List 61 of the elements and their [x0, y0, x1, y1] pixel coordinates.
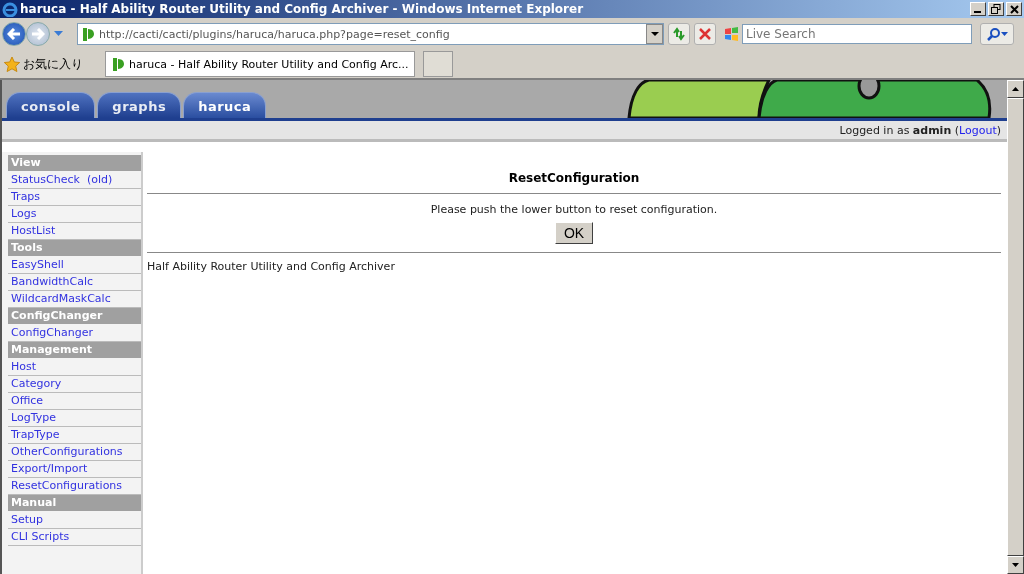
scroll-up-button[interactable] [1007, 80, 1024, 98]
logout-link[interactable]: Logout [959, 123, 997, 137]
stop-button[interactable] [694, 23, 716, 45]
back-arrow-icon [7, 28, 21, 40]
sidebar-link[interactable]: BandwidthCalc [8, 274, 141, 291]
ok-button[interactable]: OK [554, 222, 594, 244]
star-icon [4, 56, 20, 72]
restore-button[interactable] [988, 2, 1004, 16]
caret-icon [1000, 32, 1008, 36]
sidebar-link[interactable]: EasyShell [8, 257, 141, 274]
scroll-down-button[interactable] [1007, 556, 1024, 574]
sidebar-link[interactable]: Logs [8, 206, 141, 223]
forward-arrow-icon [31, 28, 45, 40]
search-button[interactable] [980, 23, 1014, 45]
back-button[interactable] [2, 22, 26, 46]
nav-tab[interactable]: console [6, 92, 96, 118]
sidebar-link[interactable]: Category [8, 376, 141, 393]
nav-tab[interactable]: haruca [183, 92, 267, 118]
parenthesis-text: ) [996, 123, 1001, 137]
login-status-text: Logged in as admin ( [839, 123, 960, 137]
sidebar-link[interactable]: OtherConfigurations [8, 444, 141, 461]
site-logo-icon [81, 26, 95, 42]
down-arrow-icon [1012, 563, 1019, 567]
windows-flag-icon [724, 27, 739, 41]
up-arrow-icon [1012, 87, 1019, 91]
dropdown-arrow-icon[interactable] [54, 31, 63, 37]
sidebar-link[interactable]: Setup [8, 512, 141, 529]
favorites-button[interactable]: お気に入り [4, 55, 83, 73]
page-heading: ResetConfiguration [507, 170, 641, 187]
sidebar-link[interactable]: TrapType [8, 427, 141, 444]
url-text: http://cacti/cacti/plugins/haruca/haruca.php?page=reset_config [99, 27, 451, 41]
caret-icon [650, 31, 659, 37]
refresh-button[interactable] [668, 23, 690, 45]
sidebar-header: ConfigChanger [8, 308, 141, 324]
address-dropdown-button[interactable] [646, 24, 663, 44]
restore-icon [991, 4, 1001, 14]
sidebar-header: Manual [8, 495, 141, 511]
refresh-arrows-icon [672, 27, 686, 41]
sidebar-link[interactable]: StatusCheck (old) [8, 172, 141, 189]
nav-tab[interactable]: graphs [97, 92, 182, 118]
sidebar-header: Management [8, 342, 141, 358]
sidebar-link[interactable]: Export/Import [8, 461, 141, 478]
sidebar-link[interactable]: Traps [8, 189, 141, 206]
sidebar-link[interactable]: CLI Scripts [8, 529, 141, 546]
footer-text: Half Ability Router Utility and Config Archiver [147, 259, 396, 273]
message-text: Please push the lower button to reset configuration. [429, 202, 719, 218]
site-logo-icon [111, 56, 125, 72]
stop-x-icon [699, 28, 711, 40]
address-field[interactable]: http://cacti/cacti/plugins/haruca/haruca.php?page=reset_config [77, 23, 664, 45]
browser-tab[interactable]: haruca - Half Ability Router Utility and Config Arc... [105, 51, 415, 77]
minimize-button[interactable] [970, 2, 986, 16]
search-field[interactable]: Live Search [742, 24, 972, 44]
close-button[interactable] [1006, 2, 1022, 16]
sidebar-link[interactable]: Host [8, 359, 141, 376]
sidebar-link[interactable]: LogType [8, 410, 141, 427]
sidebar-header: View [8, 155, 141, 171]
close-icon [1009, 4, 1019, 14]
sidebar-link[interactable]: Office [8, 393, 141, 410]
search-icon [986, 27, 1001, 41]
window-title: haruca - Half Ability Router Utility and Config Archiver - Windows Internet Explorer [20, 2, 585, 16]
sidebar-header: Tools [8, 240, 141, 256]
